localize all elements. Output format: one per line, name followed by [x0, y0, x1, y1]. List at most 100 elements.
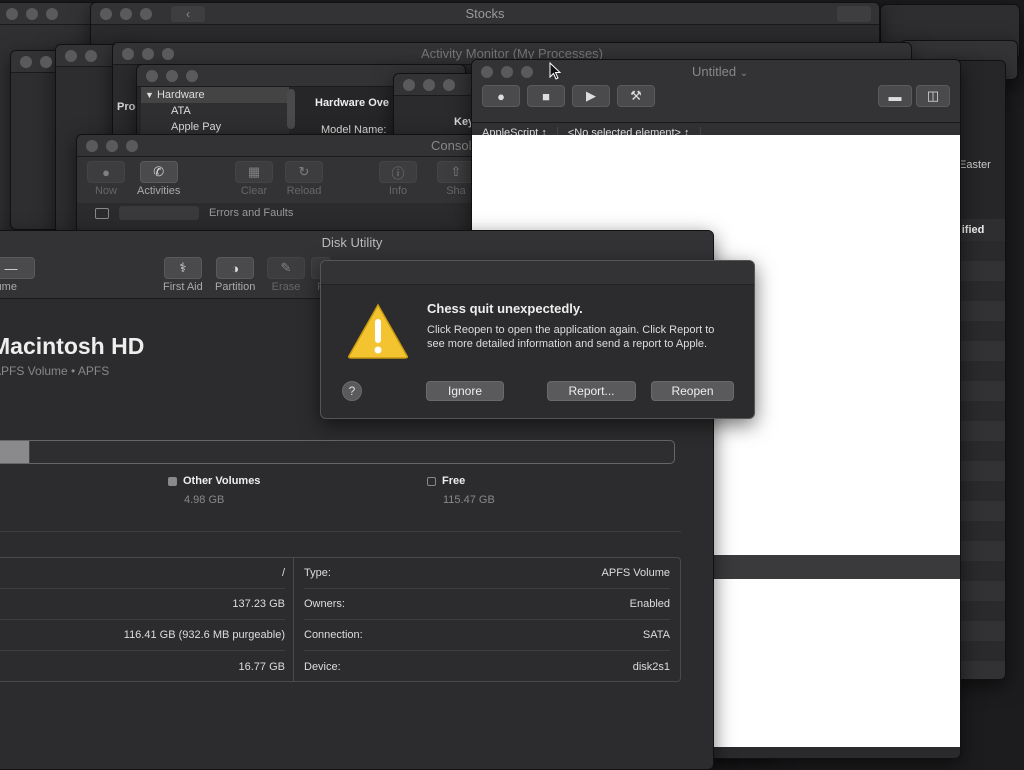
crash-dialog[interactable]: Chess quit unexpectedly. Click Reopen to… — [320, 260, 755, 419]
record-button[interactable]: ● — [482, 85, 520, 107]
sidebar-toggle-icon[interactable] — [95, 207, 109, 219]
filter-bar: Errors and Faults — [77, 203, 475, 223]
info-row: Owners: Enabled — [304, 589, 670, 620]
clear-button[interactable]: ▦ Clear — [235, 161, 273, 197]
stop-button[interactable]: ■ — [527, 85, 565, 107]
zoom-icon[interactable] — [443, 78, 455, 91]
close-icon[interactable] — [20, 55, 32, 68]
now-button[interactable]: ● Now — [87, 161, 125, 197]
zoom-icon[interactable] — [186, 69, 198, 82]
side-panel-icon: ◫ — [926, 88, 940, 103]
volume-button[interactable]: — olume — [0, 257, 35, 293]
filter-label[interactable]: Errors and Faults — [209, 207, 293, 219]
minimize-icon[interactable] — [26, 7, 38, 20]
close-icon[interactable] — [86, 139, 98, 152]
back-button[interactable]: ‹ — [171, 6, 205, 22]
legend-free: Free — [427, 475, 465, 487]
minimize-icon[interactable] — [40, 55, 52, 68]
disclosure-triangle-icon[interactable]: ▼ — [145, 90, 154, 100]
reopen-button[interactable]: Reopen — [651, 381, 734, 401]
show-log-button[interactable]: ▬ — [878, 85, 912, 107]
close-icon[interactable] — [481, 66, 493, 78]
info-row: Type: APFS Volume — [304, 558, 670, 589]
console-window[interactable]: Consol ● Now ✆ Activities ▦ Clear ↻ Reload ⓘ… — [76, 134, 476, 234]
info-row: 16.77 GB — [238, 660, 285, 673]
zoom-icon[interactable] — [521, 66, 533, 78]
minimize-icon[interactable] — [166, 69, 178, 82]
zoom-icon[interactable] — [46, 7, 58, 20]
clear-icon: ▦ — [235, 161, 273, 183]
scrollbar[interactable] — [287, 89, 295, 129]
legend-free-size: 115.47 GB — [443, 494, 495, 506]
partial-text: Easter — [959, 159, 991, 171]
close-icon[interactable] — [122, 47, 134, 60]
info-column-right: Type: APFS Volume Owners: Enabled Connecti… — [294, 558, 680, 681]
close-icon[interactable] — [6, 7, 18, 20]
share-button[interactable]: ⇧ Sha — [437, 161, 475, 197]
report-button[interactable]: Report... — [547, 381, 636, 401]
toolbar: ● Now ✆ Activities ▦ Clear ↻ Reload ⓘ Info ⇧ S… — [77, 157, 475, 203]
volume-name: Macintosh HD — [0, 333, 145, 359]
info-button[interactable]: ⓘ Info — [379, 161, 417, 197]
dialog-titlebar[interactable] — [321, 261, 754, 285]
minimize-icon[interactable] — [501, 66, 513, 78]
sidebar-item-hardware[interactable]: ▼ Hardware — [141, 87, 289, 103]
first-aid-button[interactable]: ⚕ First Aid — [163, 257, 203, 293]
close-icon[interactable] — [403, 78, 415, 91]
zoom-icon[interactable] — [162, 47, 174, 60]
minimize-icon[interactable] — [120, 7, 132, 20]
sidebar-item-ata[interactable]: ATA — [141, 103, 289, 119]
run-button[interactable]: ▶ — [572, 85, 610, 107]
close-icon[interactable] — [100, 7, 112, 20]
minimize-icon[interactable] — [106, 139, 118, 152]
window-title: Stocks — [465, 6, 505, 21]
dialog-title: Chess quit unexpectedly. — [427, 301, 583, 316]
minimize-icon[interactable] — [423, 78, 435, 91]
zoom-icon[interactable] — [126, 139, 138, 152]
section-heading: Hardware Ove — [315, 97, 389, 109]
reload-icon: ↻ — [285, 161, 323, 183]
dialog-message: Click Reopen to open the application aga… — [427, 324, 715, 350]
titlebar[interactable]: Stocks ‹ — [91, 3, 879, 25]
close-icon[interactable] — [65, 49, 77, 62]
reload-button[interactable]: ↻ Reload — [285, 161, 323, 197]
record-icon: ● — [87, 161, 125, 183]
share-icon: ⇧ — [437, 161, 475, 183]
zoom-icon[interactable] — [140, 7, 152, 20]
bottom-panel-icon: ▬ — [888, 88, 902, 104]
compile-button[interactable]: ⚒ — [617, 85, 655, 107]
partition-button[interactable]: ◑ Partition — [215, 257, 255, 293]
titlebar[interactable] — [394, 74, 482, 96]
titlebar[interactable]: Untitled ⌄ ● ■ ▶ ⚒ ▬ ◫ — [472, 60, 960, 123]
legend-other-volumes: Other Volumes — [168, 475, 260, 487]
window-title: Disk Utility — [321, 235, 383, 250]
window-title: Consol — [431, 138, 472, 153]
help-button[interactable]: ? — [342, 381, 362, 401]
info-row: / — [0, 558, 285, 589]
show-bundle-button[interactable]: ◫ — [916, 85, 950, 107]
info-row: Device: disk2s1 — [304, 660, 670, 673]
record-icon: ● — [497, 88, 505, 104]
activities-button[interactable]: ✆ Activities — [137, 161, 180, 197]
volume-type: APFS Volume • APFS — [0, 364, 110, 378]
add-remove-icon: — — [0, 257, 35, 279]
play-icon: ▶ — [586, 88, 596, 103]
sidebar-item-apple-pay[interactable]: Apple Pay — [141, 119, 289, 135]
storage-bar-other-volumes — [0, 441, 30, 463]
share-button[interactable] — [837, 6, 871, 22]
info-table: / 137.23 GB 116.41 GB (932.6 MB purgeabl… — [0, 557, 681, 682]
search-field[interactable] — [119, 206, 199, 220]
minimize-icon[interactable] — [142, 47, 154, 60]
swatch-free — [427, 476, 436, 486]
info-row: 116.41 GB (932.6 MB purgeable) — [0, 620, 285, 651]
info-icon: ⓘ — [379, 161, 417, 183]
erase-button[interactable]: ✎ Erase — [267, 257, 305, 293]
info-row: Connection: SATA — [304, 620, 670, 651]
info-column-left: / 137.23 GB 116.41 GB (932.6 MB purgeabl… — [0, 558, 294, 681]
swatch-other-volumes — [168, 476, 177, 486]
pie-icon: ◑ — [216, 257, 255, 279]
ignore-button[interactable]: Ignore — [426, 381, 504, 401]
titlebar[interactable]: Consol — [77, 135, 475, 157]
minimize-icon[interactable] — [85, 49, 97, 62]
close-icon[interactable] — [146, 69, 158, 82]
